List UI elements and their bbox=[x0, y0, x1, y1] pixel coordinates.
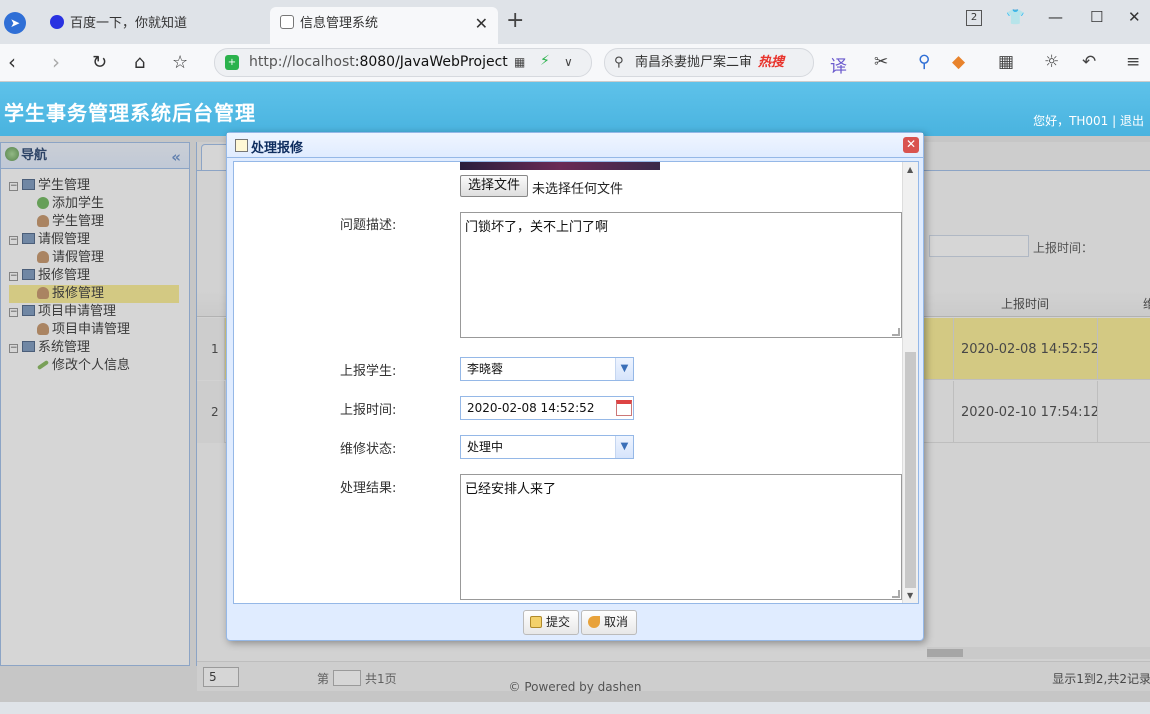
dialog-footer: 提交 取消 bbox=[227, 605, 923, 641]
browser-tab-baidu[interactable]: 百度一下，你就知道 bbox=[40, 7, 266, 44]
submit-label: 提交 bbox=[546, 615, 571, 629]
result-text: 已经安排人来了 bbox=[465, 482, 557, 497]
qr-icon[interactable]: ▦ bbox=[514, 55, 525, 69]
browser-address-bar: ‹ › ↻ ⌂ ☆ + http://localhost:8080/JavaWeb… bbox=[0, 44, 1150, 82]
app-header: 学生事务管理系统后台管理 您好，TH001 | 退出 bbox=[0, 82, 1150, 136]
close-window-icon[interactable]: ✕ bbox=[1128, 8, 1141, 26]
minimize-icon[interactable]: — bbox=[1048, 8, 1063, 26]
home-icon[interactable]: ⌂ bbox=[134, 52, 145, 73]
student-value: 李晓蓉 bbox=[467, 362, 504, 376]
url-field[interactable]: + http://localhost:8080/JavaWebProject bbox=[214, 48, 592, 77]
reload-icon[interactable]: ↻ bbox=[92, 52, 107, 73]
repair-dialog: 处理报修 ✕ 选择文件 未选择任何文件 问题描述: 门锁坏了，关不上门了啊 上报… bbox=[226, 132, 924, 641]
url-path: :8080/JavaWebProject bbox=[354, 54, 508, 70]
forward-icon[interactable]: › bbox=[52, 50, 60, 74]
undo-icon[interactable]: ↶ bbox=[1082, 52, 1096, 72]
student-label: 上报学生: bbox=[340, 364, 397, 379]
cancel-label: 取消 bbox=[604, 615, 629, 629]
dialog-title: 处理报修 bbox=[251, 141, 304, 156]
time-value: 2020-02-08 14:52:52 bbox=[467, 401, 595, 415]
tab-title: 信息管理系统 bbox=[300, 16, 379, 31]
browser-tab-bar: ➤ 百度一下，你就知道 信息管理系统 ✕ + 2 👕 — ☐ ✕ bbox=[0, 0, 1150, 44]
edit-icon bbox=[530, 616, 542, 628]
submit-button[interactable]: 提交 bbox=[523, 610, 580, 635]
chevron-down-icon[interactable]: ∨ bbox=[564, 55, 573, 69]
app-title: 学生事务管理系统后台管理 bbox=[4, 101, 256, 125]
status-value: 处理中 bbox=[467, 440, 504, 454]
calendar-icon[interactable] bbox=[616, 400, 632, 416]
cancel-button[interactable]: 取消 bbox=[581, 610, 638, 635]
problem-label: 问题描述: bbox=[340, 218, 397, 233]
dialog-scrollbar[interactable]: ▲ ▼ bbox=[902, 162, 918, 603]
scroll-down-icon[interactable]: ▼ bbox=[907, 591, 913, 600]
tab-title: 百度一下，你就知道 bbox=[70, 16, 188, 31]
scroll-thumb[interactable] bbox=[905, 352, 916, 588]
resize-grip-icon[interactable] bbox=[892, 590, 900, 598]
browser-search-box[interactable]: ⚲ 南昌杀妻抛尸案二审 热搜 bbox=[604, 48, 814, 77]
search-text: 南昌杀妻抛尸案二审 bbox=[635, 55, 753, 70]
browser-status-bar bbox=[0, 702, 1150, 714]
photo-preview bbox=[460, 162, 660, 170]
result-label: 处理结果: bbox=[340, 481, 397, 496]
magnifier-icon[interactable]: ⚲ bbox=[918, 52, 930, 72]
back-icon[interactable]: ‹ bbox=[8, 50, 16, 74]
chevron-down-icon[interactable]: ▼ bbox=[615, 358, 633, 380]
browser-logo-icon[interactable]: ➤ bbox=[4, 12, 26, 34]
hot-search-badge: 热搜 bbox=[758, 55, 785, 70]
url-host: http://localhost bbox=[249, 54, 355, 70]
close-icon[interactable]: ✕ bbox=[903, 137, 919, 153]
user-info-logout[interactable]: 您好，TH001 | 退出 bbox=[1033, 112, 1144, 129]
close-tab-icon[interactable]: ✕ bbox=[475, 7, 488, 41]
resize-grip-icon[interactable] bbox=[892, 328, 900, 336]
edit-icon bbox=[235, 139, 248, 152]
scissors-icon[interactable]: ✂ bbox=[874, 52, 888, 72]
lightning-icon[interactable]: ⚡ bbox=[540, 53, 550, 69]
translate-icon[interactable]: 译 bbox=[830, 52, 847, 77]
report-time-datebox[interactable]: 2020-02-08 14:52:52 bbox=[460, 396, 634, 420]
bookmark-star-icon[interactable]: ☆ bbox=[172, 52, 188, 73]
problem-text: 门锁坏了，关不上门了啊 bbox=[465, 220, 609, 235]
undo-arrow-icon bbox=[588, 616, 600, 628]
secure-shield-icon: + bbox=[225, 55, 239, 70]
search-icon: ⚲ bbox=[614, 55, 624, 70]
chevron-down-icon[interactable]: ▼ bbox=[615, 436, 633, 458]
shirt-icon[interactable]: 👕 bbox=[1006, 8, 1025, 26]
menu-icon[interactable]: ≡ bbox=[1126, 52, 1140, 72]
repair-status-select[interactable]: 处理中 ▼ bbox=[460, 435, 634, 459]
baidu-favicon-icon bbox=[50, 15, 64, 29]
new-tab-button[interactable]: + bbox=[506, 8, 524, 33]
problem-description-field[interactable]: 门锁坏了，关不上门了啊 bbox=[460, 212, 902, 338]
choose-file-button[interactable]: 选择文件 bbox=[460, 175, 529, 197]
brightness-icon[interactable]: ☼ bbox=[1044, 52, 1059, 72]
file-status: 未选择任何文件 bbox=[532, 182, 624, 197]
tab-count-badge[interactable]: 2 bbox=[966, 10, 982, 26]
apps-grid-icon[interactable]: ▦ bbox=[998, 52, 1014, 72]
dialog-header: 处理报修 ✕ bbox=[227, 133, 923, 158]
game-controller-icon[interactable]: ◆ bbox=[952, 52, 965, 72]
maximize-icon[interactable]: ☐ bbox=[1090, 8, 1103, 26]
time-label: 上报时间: bbox=[340, 403, 397, 418]
status-label: 维修状态: bbox=[340, 442, 397, 457]
student-select[interactable]: 李晓蓉 ▼ bbox=[460, 357, 634, 381]
browser-tab-active[interactable]: 信息管理系统 ✕ bbox=[270, 7, 498, 44]
result-field[interactable]: 已经安排人来了 bbox=[460, 474, 902, 600]
page-favicon-icon bbox=[280, 15, 294, 29]
scroll-up-icon[interactable]: ▲ bbox=[907, 165, 913, 174]
dialog-body: 选择文件 未选择任何文件 问题描述: 门锁坏了，关不上门了啊 上报学生: 李晓蓉… bbox=[233, 161, 919, 604]
